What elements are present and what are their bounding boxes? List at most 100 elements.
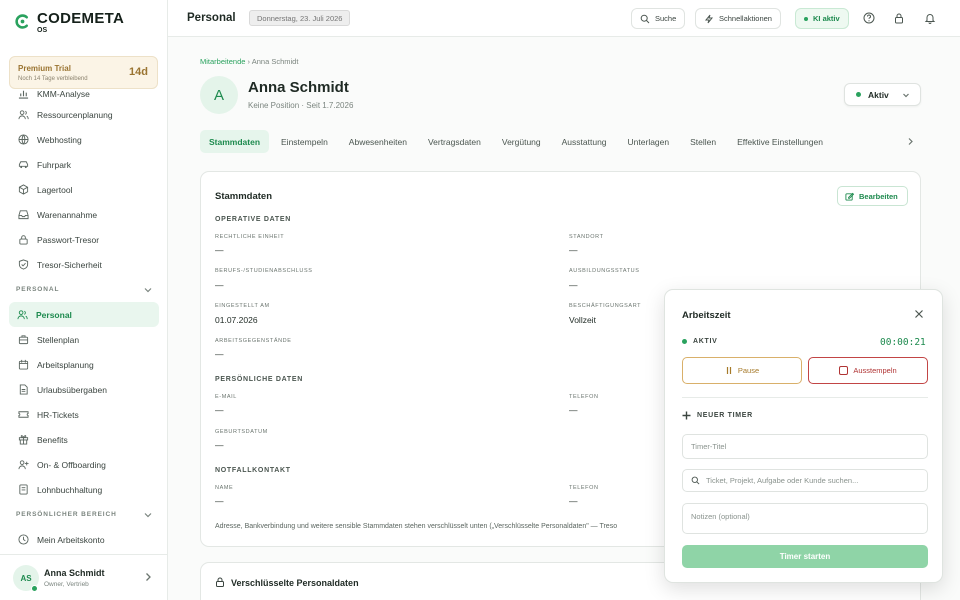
sidebar-item-label: Urlaubsübergaben (37, 384, 107, 395)
status-dropdown[interactable]: Aktiv (844, 83, 921, 106)
edit-label: Bearbeiten (859, 191, 898, 201)
sidebar-item-arbeitsplanung[interactable]: Arbeitsplanung (0, 352, 167, 377)
tab-unterlagen[interactable]: Unterlagen (619, 130, 679, 153)
user-role: Owner, Vertrieb (44, 581, 89, 588)
user-card[interactable]: AS Anna Schmidt Owner, Vertrieb (0, 554, 167, 600)
field-label: E-MAIL (215, 394, 237, 400)
sidebar-item-label: Personal (36, 309, 72, 320)
sidebar-item-passwort-tresor[interactable]: Passwort-Tresor (0, 227, 167, 252)
new-timer-label: NEUER TIMER (697, 412, 753, 419)
clock-icon (18, 534, 29, 545)
sidebar-item-lohnbuchhaltung[interactable]: Lohnbuchhaltung (0, 477, 167, 502)
sidebar-section-private[interactable]: PERSÖNLICHER BEREICH (0, 502, 167, 527)
field-value: — (215, 405, 224, 415)
users-icon (18, 110, 29, 120)
sidebar-item-label: Arbeitsplanung (37, 359, 94, 370)
sidebar-section-personal[interactable]: PERSONAL (0, 277, 167, 302)
edit-button[interactable]: Bearbeiten (837, 186, 908, 206)
timer-title-input[interactable]: Timer-Titel (682, 434, 928, 459)
breadcrumb-parent[interactable]: Mitarbeitende (200, 57, 245, 66)
field-label: AUSBILDUNGSSTATUS (569, 268, 640, 274)
sidebar-item-personal[interactable]: Personal (9, 302, 159, 327)
quick-actions-button[interactable]: Schnellaktionen (695, 8, 781, 29)
field-label: TELEFON (569, 394, 599, 400)
sidebar-item-arbeitskonto[interactable]: Mein Arbeitskonto (0, 527, 167, 552)
task-search-input[interactable]: Ticket, Projekt, Aufgabe oder Kunde such… (682, 469, 928, 492)
pause-button[interactable]: Pause (682, 357, 802, 384)
lock-icon (19, 235, 28, 245)
start-timer-button[interactable]: Timer starten (682, 545, 928, 568)
task-search-placeholder: Ticket, Projekt, Aufgabe oder Kunde such… (706, 476, 859, 485)
trial-title: Premium Trial (18, 64, 71, 73)
tab-abwesenheiten[interactable]: Abwesenheiten (340, 130, 416, 153)
field-value: — (215, 440, 224, 450)
chart-icon (18, 90, 29, 99)
sidebar-item-label: Mein Arbeitskonto (37, 534, 105, 545)
ki-status-button[interactable]: KI aktiv (795, 8, 849, 29)
field-value: — (569, 280, 578, 290)
tab-stammdaten[interactable]: Stammdaten (200, 130, 270, 153)
lock-icon (216, 577, 224, 587)
field-value: — (215, 496, 224, 506)
lock-icon[interactable] (893, 12, 905, 24)
clock-out-button[interactable]: Ausstempeln (808, 357, 928, 384)
tab-einstempeln[interactable]: Einstempeln (272, 130, 337, 153)
tab-effektive-einstellungen[interactable]: Effektive Einstellungen (728, 130, 832, 153)
sidebar-item-onboarding[interactable]: On- & Offboarding (0, 452, 167, 477)
tab-vertragsdaten[interactable]: Vertragsdaten (419, 130, 490, 153)
search-button[interactable]: Suche (631, 8, 686, 29)
tab-stellen[interactable]: Stellen (681, 130, 725, 153)
notes-textarea[interactable]: Notizen (optional) (682, 503, 928, 534)
chevron-right-icon[interactable] (907, 137, 914, 146)
gift-icon (18, 435, 29, 445)
document-icon (19, 384, 28, 395)
sidebar-item-urlaubsuebergaben[interactable]: Urlaubsübergaben (0, 377, 167, 402)
sidebar-item-fuhrpark[interactable]: Fuhrpark (0, 152, 167, 177)
sidebar-item-label: Stellenplan (37, 334, 80, 345)
user-plus-icon (18, 460, 29, 470)
status-dot (682, 339, 687, 344)
sidebar-item-hr-tickets[interactable]: HR-Tickets (0, 402, 167, 427)
status-dot (856, 92, 861, 97)
field-value: 01.07.2026 (215, 315, 258, 325)
sidebar-section-label: PERSONAL (16, 286, 60, 293)
field-label: ARBEITSGEGENSTÄNDE (215, 338, 292, 344)
divider (682, 397, 928, 398)
brand-logo[interactable]: CODEMETA OS (14, 10, 124, 35)
search-label: Suche (655, 14, 677, 23)
help-icon[interactable] (863, 12, 875, 24)
field-value: — (215, 280, 224, 290)
sidebar-section-label: PERSÖNLICHER BEREICH (16, 511, 117, 518)
profile-subtitle: Keine Position · Seit 1.7.2026 (248, 101, 354, 110)
sidebar-item-lagertool[interactable]: Lagertool (0, 177, 167, 202)
pause-label: Pause (737, 366, 760, 375)
tab-ausstattung[interactable]: Ausstattung (553, 130, 616, 153)
calendar-icon (18, 359, 29, 370)
new-timer-heading: NEUER TIMER (682, 411, 753, 420)
users-icon (17, 310, 28, 320)
sidebar-item-tresor-sicherheit[interactable]: Tresor-Sicherheit (0, 252, 167, 277)
sidebar-item-webhosting[interactable]: Webhosting (0, 127, 167, 152)
field-value: Vollzeit (569, 315, 596, 325)
sidebar-item-ressourcenplanung[interactable]: Ressourcenplanung (0, 102, 167, 127)
tab-verguetung[interactable]: Vergütung (493, 130, 550, 153)
breadcrumb-current: Anna Schmidt (251, 57, 299, 66)
sidebar-item-stellenplan[interactable]: Stellenplan (0, 327, 167, 352)
profile-tabs: Stammdaten Einstempeln Abwesenheiten Ver… (200, 130, 920, 153)
lightning-icon (704, 14, 714, 23)
trial-banner[interactable]: Premium Trial Noch 14 Tage verbleibend 1… (9, 56, 158, 89)
field-label: BERUFS-/STUDIENABSCHLUSS (215, 268, 313, 274)
sidebar-item-label: Warenannahme (37, 209, 98, 220)
close-icon[interactable] (914, 309, 924, 319)
search-icon (640, 14, 650, 23)
sidebar-item-label: HR-Tickets (37, 409, 79, 420)
bell-icon[interactable] (924, 12, 936, 24)
sidebar-item-label: On- & Offboarding (37, 459, 106, 470)
top-bar: Personal Donnerstag, 23. Juli 2026 Suche… (168, 0, 960, 37)
sidebar-item-warenannahme[interactable]: Warenannahme (0, 202, 167, 227)
sidebar-item-label: Lohnbuchhaltung (37, 484, 103, 495)
panel-title: Arbeitszeit (682, 310, 731, 321)
field-label: GEBURTSDATUM (215, 429, 268, 435)
user-name: Anna Schmidt (44, 568, 105, 578)
sidebar-item-benefits[interactable]: Benefits (0, 427, 167, 452)
